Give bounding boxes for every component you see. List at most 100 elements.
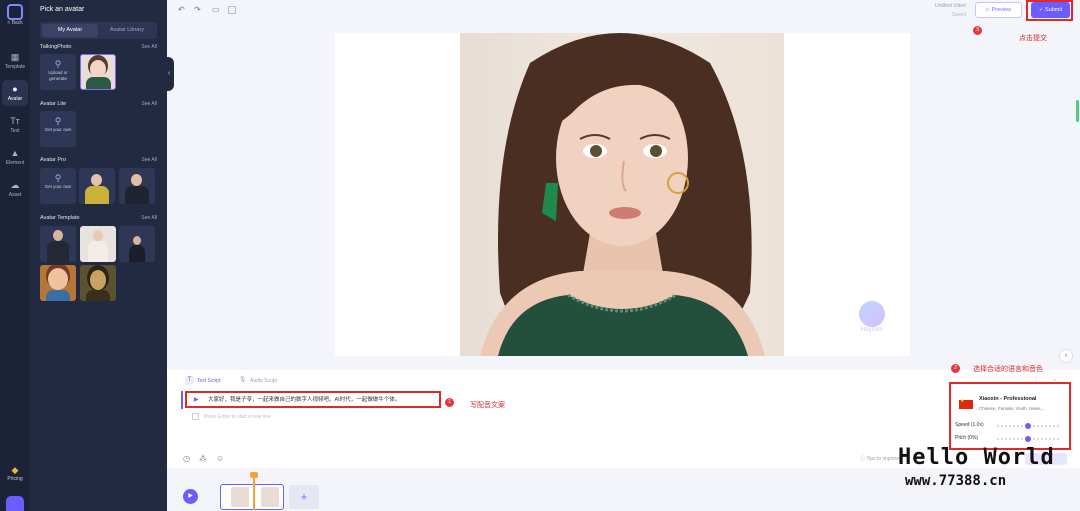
tips-link[interactable]: ⓘ Tips to improve: [860, 455, 900, 462]
avatar-template-tile[interactable]: [40, 265, 76, 301]
rail-item-pricing[interactable]: ◆ Pricing: [2, 465, 28, 482]
avatar-photo[interactable]: [460, 33, 784, 356]
avatar-body: [125, 186, 149, 204]
emoji-icon[interactable]: ☺: [216, 454, 224, 463]
add-avatar-icon: ⚲: [54, 116, 62, 126]
app-root: < Back ▦ Template ● Avatar Tт Text ▲ Ele…: [0, 0, 1080, 511]
annotation-box-script: [185, 391, 441, 408]
user-avatar[interactable]: [6, 496, 24, 511]
placeholder-text: Press Enter to start a new line: [204, 413, 271, 420]
section-title-avatar-template: Avatar Template: [40, 215, 80, 221]
tab-audio-script[interactable]: 🎙 Audio Script: [238, 376, 277, 385]
see-all-avatar-template[interactable]: See All: [141, 215, 157, 221]
upload-or-generate-tile[interactable]: ⚲ Upload or generate: [40, 54, 76, 90]
rail-item-label: Asset: [8, 192, 22, 198]
clip-thumbnail: [261, 487, 279, 507]
avatar-template-tile[interactable]: [80, 265, 116, 301]
rail-item-template[interactable]: ▦ Template: [2, 48, 28, 74]
zoom-button[interactable]: ⌕: [1059, 349, 1073, 363]
tile-label: Get your own: [44, 184, 72, 189]
tile-label: Upload or generate: [48, 70, 68, 81]
rail-item-label: Element: [5, 160, 25, 166]
get-your-own-lite-tile[interactable]: ⚲ Get your own: [40, 111, 76, 147]
collapse-panel-button[interactable]: ‹: [164, 57, 174, 91]
annotation-step3-dot: 3: [973, 26, 982, 35]
rail-item-element[interactable]: ▲ Element: [2, 144, 28, 170]
rail-item-avatar[interactable]: ● Avatar: [2, 80, 28, 106]
tile-label: Get your own: [44, 127, 72, 132]
annotation-step2-label: 选择合适的语言和音色: [973, 366, 1043, 373]
talkingphoto-avatar-tile[interactable]: [80, 54, 116, 90]
avatar-template-tile[interactable]: [40, 226, 76, 262]
avatar-icon: ●: [12, 84, 18, 94]
get-your-own-pro-tile[interactable]: ⚲ Get your own: [40, 168, 76, 204]
translate-icon[interactable]: ⁂: [199, 454, 207, 463]
undo-icon[interactable]: ↶: [178, 5, 185, 14]
app-logo-icon[interactable]: [7, 4, 23, 20]
tab-avatar-library[interactable]: Avatar Library: [99, 24, 155, 37]
document-title[interactable]: Untitled Video: [935, 3, 966, 9]
rail-item-text[interactable]: Tт Text: [2, 112, 28, 138]
annotation-box-submit: [1026, 0, 1073, 21]
template-icon: ▦: [10, 52, 20, 62]
tab-text-script[interactable]: T Text Script: [185, 376, 220, 385]
avatar-portrait-image: [480, 33, 765, 356]
section-title-avatar-pro: Avatar Pro: [40, 157, 66, 163]
avatar-body: [85, 186, 109, 204]
see-all-talkingphoto[interactable]: See All: [141, 44, 157, 50]
add-avatar-icon: ⚲: [54, 173, 62, 183]
avatar-face: [131, 174, 142, 186]
avatar-template-tile[interactable]: [119, 226, 155, 262]
redo-icon[interactable]: ↷: [194, 5, 201, 14]
annotation-step1-dot: 1: [445, 398, 454, 407]
back-link[interactable]: < Back: [0, 20, 30, 26]
avatar-body: [46, 290, 70, 301]
tab-label: Text Script: [197, 377, 221, 384]
avatar-face: [48, 268, 68, 290]
avatar-body: [88, 241, 108, 262]
avatar-pro-tile[interactable]: [119, 168, 155, 204]
heygen-logo-icon: [859, 301, 885, 327]
preview-label: Preview: [991, 7, 1012, 13]
see-all-avatar-pro[interactable]: See All: [141, 157, 157, 163]
preview-button[interactable]: ▷ Preview: [975, 2, 1022, 18]
chevron-left-icon: ‹: [167, 70, 171, 77]
watermark-text: HeyGen: [860, 327, 883, 333]
avatar-pro-tile[interactable]: [79, 168, 115, 204]
video-canvas[interactable]: HeyGen: [335, 33, 910, 356]
text-script-icon: T: [185, 376, 194, 385]
add-avatar-icon: ⚲: [54, 59, 62, 69]
background-color-icon[interactable]: [228, 6, 236, 14]
clock-icon[interactable]: ◷: [183, 454, 190, 463]
avatar-face: [90, 60, 106, 78]
rail-item-label: Text: [10, 128, 20, 134]
save-status: Saved: [951, 12, 966, 18]
timeline-clip[interactable]: [220, 484, 284, 510]
avatar-template-tile[interactable]: [80, 226, 116, 262]
rail-item-label: Template: [4, 64, 26, 70]
annotation-step3-label: 点击提交: [1019, 35, 1047, 42]
avatar-panel: Pick an avatar My Avatar Avatar Library …: [30, 0, 167, 511]
screen-ratio-icon[interactable]: ▭: [212, 5, 220, 14]
tips-text: Tips to improve: [866, 456, 901, 462]
avatar-face: [90, 270, 106, 290]
magnify-icon: ⌕: [1064, 353, 1068, 359]
microphone-icon: 🎙: [238, 377, 247, 383]
avatar-body: [47, 241, 69, 262]
see-all-avatar-lite[interactable]: See All: [141, 101, 157, 107]
scroll-indicator[interactable]: [1076, 100, 1079, 122]
script-line-placeholder[interactable]: Press Enter to start a new line: [192, 413, 271, 420]
asset-icon: ☁: [10, 180, 20, 190]
script-tools: ◷ ⁂ ☺: [183, 454, 233, 463]
avatar-body: [86, 77, 111, 89]
avatar-face: [133, 236, 141, 245]
playhead[interactable]: [250, 472, 258, 510]
rail-item-asset[interactable]: ☁ Asset: [2, 176, 28, 202]
icon-rail: < Back ▦ Template ● Avatar Tт Text ▲ Ele…: [0, 0, 30, 511]
add-scene-button[interactable]: +: [289, 485, 319, 509]
tab-my-avatar[interactable]: My Avatar: [42, 24, 98, 37]
active-line-marker: [181, 391, 183, 409]
section-title-avatar-lite: Avatar Lite: [40, 101, 67, 107]
overlay-watermark-url: www.77388.cn: [905, 473, 1007, 489]
timeline-play-button[interactable]: ▶: [183, 489, 198, 504]
